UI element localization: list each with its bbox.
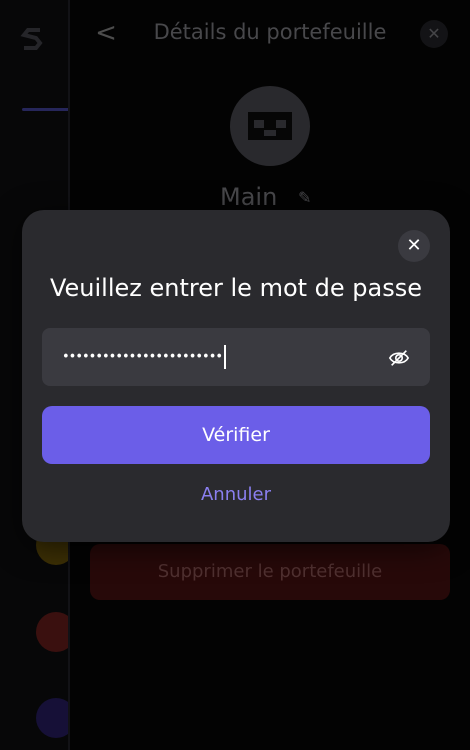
close-dialog-button[interactable]: ✕ <box>398 230 430 262</box>
dialog-title: Veuillez entrer le mot de passe <box>49 274 423 302</box>
eye-slash-icon[interactable] <box>388 347 410 369</box>
password-input[interactable]: •••••••••••••••••••••••• <box>42 328 430 386</box>
verify-button[interactable]: Vérifier <box>42 406 430 464</box>
password-dialog: ✕ Veuillez entrer le mot de passe ••••••… <box>22 210 450 542</box>
text-caret <box>224 345 227 369</box>
password-value: •••••••••••••••••••••••• <box>62 345 227 369</box>
cancel-button[interactable]: Annuler <box>22 484 450 505</box>
